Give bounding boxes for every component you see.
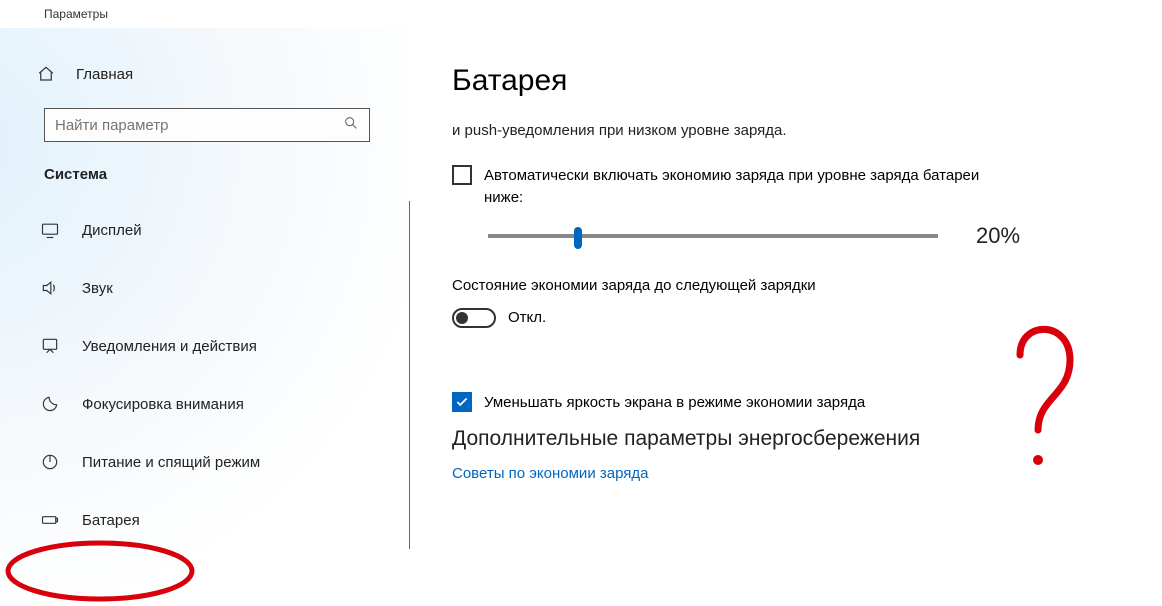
auto-saver-label: Автоматически включать экономию заряда п… bbox=[484, 165, 1012, 209]
page-title: Батарея bbox=[452, 64, 1150, 98]
sidebar-item-battery[interactable]: Батарея bbox=[34, 491, 409, 549]
slider-value: 20% bbox=[976, 223, 1020, 249]
sidebar-group-title: Система bbox=[44, 166, 410, 183]
home-label: Главная bbox=[76, 66, 133, 83]
sidebar-item-power[interactable]: Питание и спящий режим bbox=[34, 433, 409, 491]
main-content: Батарея и push-уведомления при низком ур… bbox=[410, 28, 1162, 606]
home-icon bbox=[34, 65, 58, 83]
auto-saver-checkbox[interactable] bbox=[452, 165, 472, 185]
extra-section-heading: Дополнительные параметры энергосбережени… bbox=[452, 427, 1150, 451]
focus-icon bbox=[40, 394, 70, 414]
search-input-wrap[interactable] bbox=[44, 108, 370, 142]
saver-toggle[interactable] bbox=[452, 308, 496, 328]
tips-link[interactable]: Советы по экономии заряда bbox=[452, 465, 648, 482]
sidebar-item-display[interactable]: Дисплей bbox=[34, 201, 409, 259]
toggle-knob bbox=[456, 312, 468, 324]
saver-toggle-label: Откл. bbox=[508, 309, 546, 326]
window-title: Параметры bbox=[0, 0, 1162, 28]
page-subtitle: и push-уведомления при низком уровне зар… bbox=[452, 122, 1150, 139]
sidebar-nav: Дисплей Звук Уведомления и действия bbox=[34, 201, 410, 549]
auto-saver-row: Автоматически включать экономию заряда п… bbox=[452, 165, 1012, 209]
sidebar-item-label: Питание и спящий режим bbox=[82, 454, 260, 471]
power-icon bbox=[40, 452, 70, 472]
sidebar-item-notifications[interactable]: Уведомления и действия bbox=[34, 317, 409, 375]
battery-icon bbox=[40, 510, 70, 530]
sound-icon bbox=[40, 278, 70, 298]
saver-toggle-row: Откл. bbox=[452, 308, 1150, 328]
dim-label: Уменьшать яркость экрана в режиме эконом… bbox=[484, 392, 865, 414]
sidebar-item-sound[interactable]: Звук bbox=[34, 259, 409, 317]
saver-state-label: Состояние экономии заряда до следующей з… bbox=[452, 277, 1150, 294]
sidebar-item-label: Фокусировка внимания bbox=[82, 396, 244, 413]
sidebar-item-label: Звук bbox=[82, 280, 113, 297]
home-nav[interactable]: Главная bbox=[34, 54, 410, 94]
notifications-icon bbox=[40, 336, 70, 356]
search-input[interactable] bbox=[55, 117, 343, 134]
search-icon bbox=[343, 115, 359, 136]
sidebar-item-focus[interactable]: Фокусировка внимания bbox=[34, 375, 409, 433]
slider-thumb[interactable] bbox=[574, 227, 582, 249]
sidebar-item-label: Дисплей bbox=[82, 222, 142, 239]
sidebar-item-label: Уведомления и действия bbox=[82, 338, 257, 355]
sidebar-item-label: Батарея bbox=[82, 512, 140, 529]
dim-checkbox[interactable] bbox=[452, 392, 472, 412]
display-icon bbox=[40, 220, 70, 240]
saver-threshold-slider-wrap: 20% bbox=[488, 223, 1150, 249]
dim-row: Уменьшать яркость экрана в режиме эконом… bbox=[452, 392, 1012, 414]
sidebar: Главная Система Дисплей bbox=[0, 28, 410, 606]
saver-threshold-slider[interactable] bbox=[488, 234, 938, 238]
